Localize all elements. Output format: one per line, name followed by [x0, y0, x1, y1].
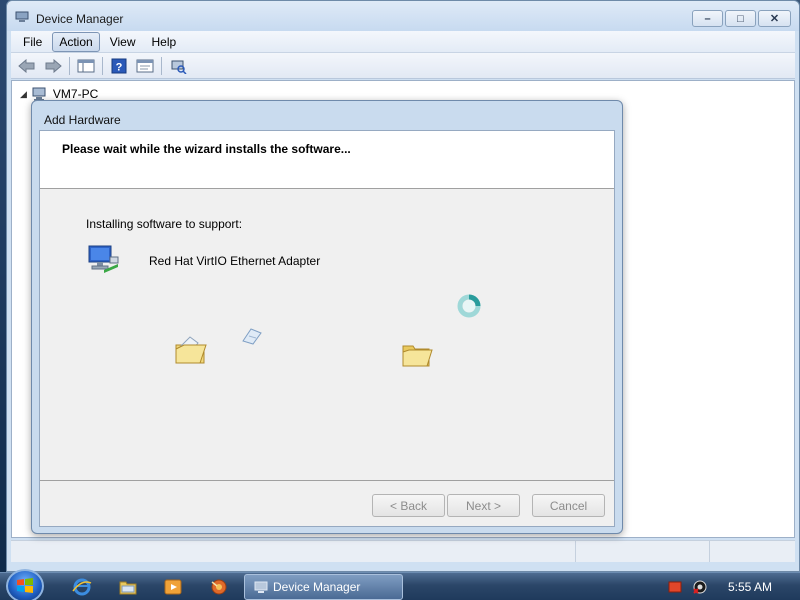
scan-hardware-button[interactable]: [168, 57, 188, 75]
toolbar-separator: [161, 56, 162, 75]
add-hardware-dialog: Add Hardware Please wait while the wizar…: [31, 100, 623, 534]
help-button[interactable]: ?: [109, 57, 129, 75]
restore-button[interactable]: □: [725, 10, 756, 27]
taskbar: Device Manager 5:55 AM: [0, 569, 800, 600]
start-button[interactable]: [6, 569, 44, 600]
properties-icon: [136, 59, 154, 72]
destination-folder-icon: [402, 345, 433, 367]
network-disconnected-icon[interactable]: [692, 579, 708, 595]
network-adapter-icon: [88, 245, 119, 273]
back-button[interactable]: [17, 57, 37, 75]
forward-arrow-icon: [45, 58, 62, 73]
close-icon: ✕: [769, 13, 780, 25]
menu-action[interactable]: Action: [52, 31, 100, 52]
taskbar-clock[interactable]: 5:55 AM: [728, 580, 772, 594]
device-name: Red Hat VirtIO Ethernet Adapter: [149, 254, 321, 268]
title-bar[interactable]: Device Manager – □ ✕: [7, 1, 799, 31]
footer-divider: [40, 480, 614, 481]
close-button[interactable]: ✕: [758, 10, 791, 27]
busy-spinner-icon: [457, 294, 481, 318]
tree-root-label: VM7-PC: [52, 87, 99, 101]
flying-document-icon: [242, 328, 262, 345]
status-cell-secondary: [576, 541, 710, 562]
scan-hardware-icon: [171, 60, 187, 74]
menu-file[interactable]: File: [17, 33, 48, 51]
computer-icon: [32, 87, 46, 101]
dialog-header: Please wait while the wizard installs th…: [40, 131, 614, 189]
toolbar-separator: [102, 56, 103, 75]
menu-help[interactable]: Help: [146, 33, 183, 51]
action-center-flag-icon[interactable]: [667, 579, 683, 595]
source-folder-icon: [175, 336, 207, 364]
show-hide-console-tree-icon: [77, 59, 95, 72]
help-icon: ?: [111, 58, 127, 73]
device-manager-icon: [15, 11, 29, 22]
properties-button[interactable]: [135, 57, 155, 75]
toolbar: ?: [11, 53, 795, 79]
toolbar-separator: [69, 56, 70, 75]
tree-root-node[interactable]: ◢ VM7-PC: [20, 87, 98, 101]
menu-bar: File Action View Help: [11, 31, 795, 53]
window-title: Device Manager: [36, 12, 124, 26]
minimize-button[interactable]: –: [692, 10, 723, 27]
installing-label: Installing software to support:: [86, 217, 243, 231]
status-bar: [11, 540, 795, 562]
back-button-disabled[interactable]: < Back: [372, 494, 445, 517]
internet-explorer-icon[interactable]: [72, 577, 92, 597]
program-icon[interactable]: [209, 577, 229, 597]
dialog-body: Please wait while the wizard installs th…: [39, 130, 615, 527]
cancel-button-disabled[interactable]: Cancel: [532, 494, 605, 517]
show-hide-tree-button[interactable]: [76, 57, 96, 75]
taskbar-task-label: Device Manager: [273, 580, 361, 594]
back-arrow-icon: [18, 58, 35, 73]
minimize-icon: –: [704, 12, 711, 25]
dialog-heading: Please wait while the wizard installs th…: [62, 142, 351, 156]
windows-logo-icon: [17, 578, 33, 593]
restore-icon: □: [737, 12, 744, 25]
next-button-disabled[interactable]: Next >: [447, 494, 520, 517]
svg-text:?: ?: [116, 61, 123, 73]
windows-explorer-icon[interactable]: [118, 577, 138, 597]
device-manager-icon: [254, 581, 268, 593]
forward-button[interactable]: [43, 57, 63, 75]
dialog-title: Add Hardware: [44, 113, 121, 127]
menu-view[interactable]: View: [104, 33, 142, 51]
status-cell-tertiary: [710, 541, 795, 562]
status-cell-main: [11, 541, 576, 562]
taskbar-device-manager[interactable]: Device Manager: [244, 574, 403, 600]
expand-arrow-icon[interactable]: ◢: [20, 89, 27, 100]
media-player-icon[interactable]: [163, 577, 183, 597]
